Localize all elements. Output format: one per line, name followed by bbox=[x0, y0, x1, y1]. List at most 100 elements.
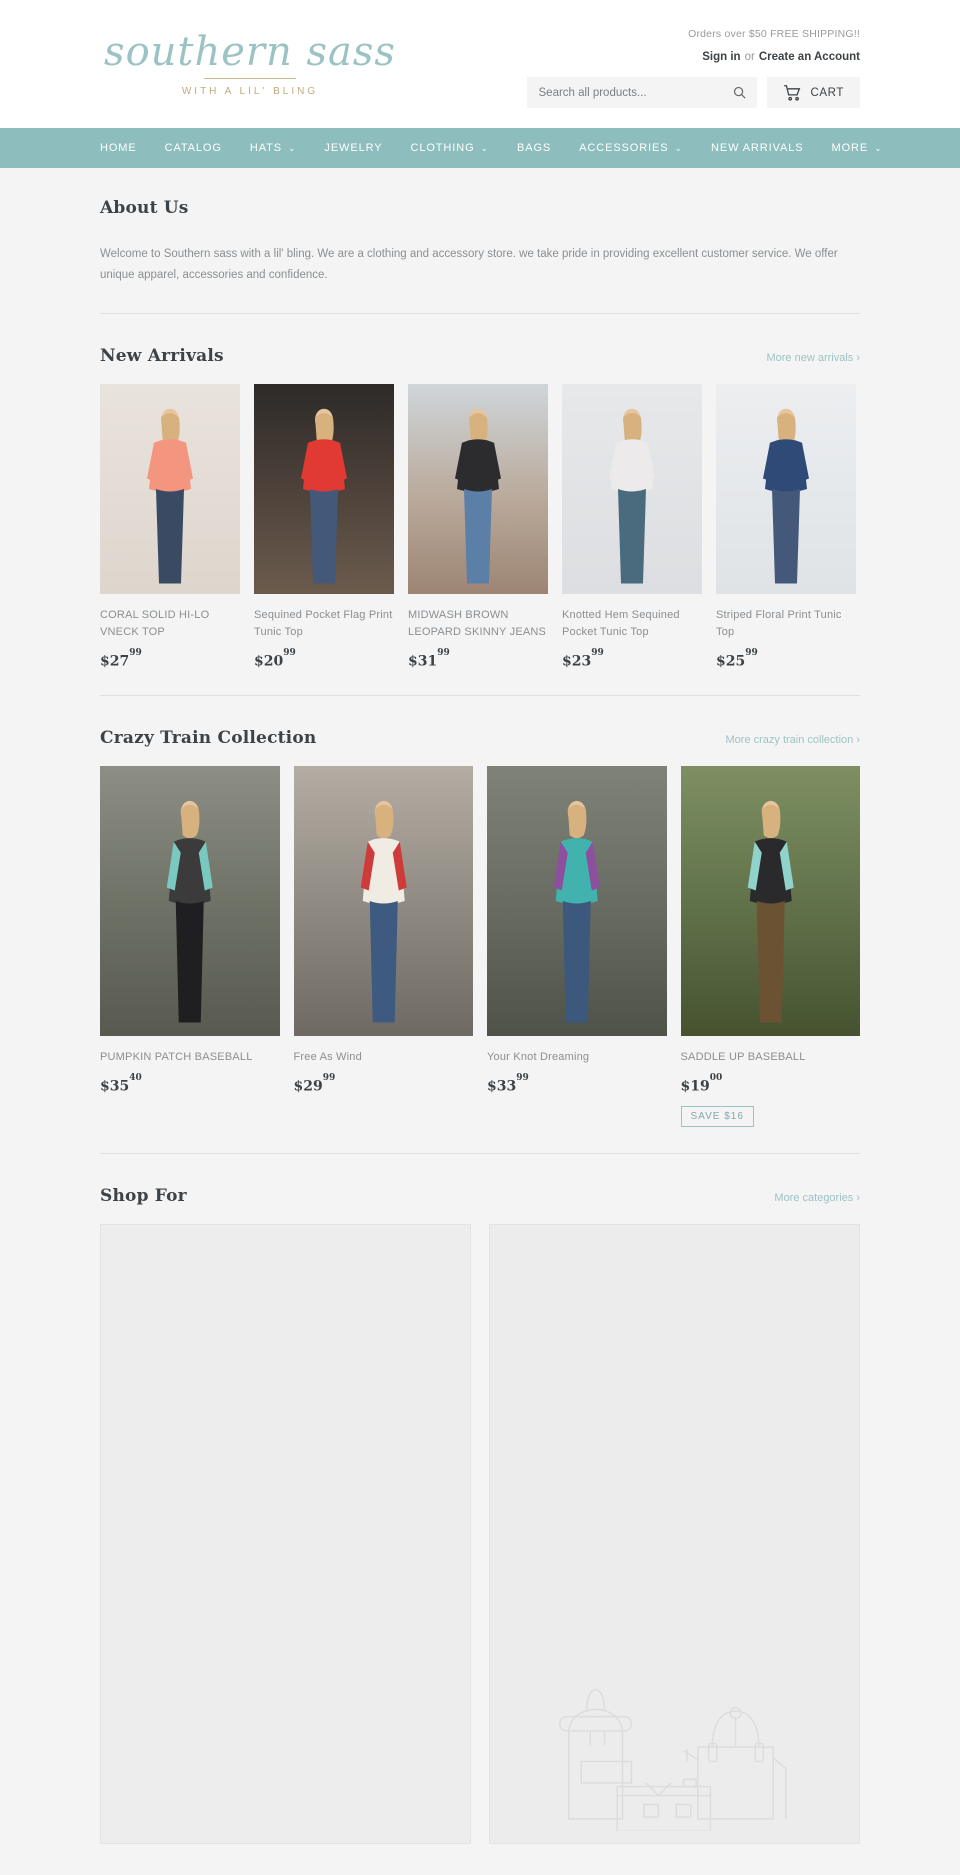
product-image[interactable] bbox=[487, 766, 667, 1037]
nav-item-label: JEWELRY bbox=[324, 142, 383, 154]
nav-item-label: MORE bbox=[831, 142, 869, 154]
header-tools: CART bbox=[520, 77, 860, 108]
more-new-arrivals-link[interactable]: More new arrivals › bbox=[766, 352, 860, 364]
price-cents: 99 bbox=[129, 647, 142, 658]
shipping-note: Orders over $50 FREE SHIPPING!! bbox=[688, 28, 860, 40]
shop-for-title: Shop For bbox=[100, 1185, 187, 1206]
save-badge: SAVE $16 bbox=[680, 1105, 754, 1127]
nav-item-catalog[interactable]: CATALOG bbox=[151, 128, 236, 168]
nav-item-more[interactable]: MORE ⌄ bbox=[818, 128, 897, 168]
nav-item-jewelry[interactable]: JEWELRY bbox=[310, 128, 396, 168]
new-arrivals-section: New Arrivals More new arrivals › CORAL S… bbox=[100, 320, 860, 703]
price-dollars: $23 bbox=[562, 653, 592, 670]
more-crazy-train-link[interactable]: More crazy train collection › bbox=[726, 734, 861, 746]
page-root: southern sass WITH A LIL' BLING Orders o… bbox=[0, 0, 960, 1850]
nav-item-label: ACCESSORIES bbox=[579, 142, 669, 154]
product-image[interactable] bbox=[254, 383, 394, 594]
category-card-empty[interactable] bbox=[100, 1223, 471, 1844]
product-title: Your Knot Dreaming bbox=[487, 1051, 590, 1064]
product-image[interactable] bbox=[100, 383, 240, 594]
product-image[interactable] bbox=[408, 383, 548, 594]
product-figure bbox=[301, 408, 347, 584]
product-card[interactable]: SADDLE UP BASEBALL $1900 SAVE $16 bbox=[680, 766, 860, 1127]
product-card[interactable]: Striped Floral Print Tunic Top $2599 bbox=[716, 383, 856, 670]
product-title: Sequined Pocket Flag Print Tunic Top bbox=[254, 608, 393, 638]
nav-item-label: HOME bbox=[100, 142, 137, 154]
product-figure bbox=[166, 801, 213, 1023]
price-dollars: $20 bbox=[254, 653, 284, 670]
product-price: $3540 bbox=[100, 1073, 280, 1095]
divider bbox=[100, 312, 860, 314]
price-cents: 99 bbox=[322, 1073, 336, 1084]
nav-item-new-arrivals[interactable]: NEW ARRIVALS bbox=[697, 128, 818, 168]
new-arrivals-title: New Arrivals bbox=[100, 345, 224, 366]
nav-item-accessories[interactable]: ACCESSORIES ⌄ bbox=[565, 128, 697, 168]
product-figure bbox=[455, 408, 501, 584]
product-card[interactable]: Free As Wind $2999 bbox=[293, 766, 473, 1127]
search-box[interactable] bbox=[526, 77, 757, 108]
more-categories-link[interactable]: More categories › bbox=[774, 1192, 860, 1204]
price-cents: 40 bbox=[129, 1073, 142, 1084]
product-title: CORAL SOLID HI-LO VNECK TOP bbox=[100, 608, 210, 638]
crazy-train-title: Crazy Train Collection bbox=[100, 728, 317, 749]
about-title: About Us bbox=[100, 198, 189, 218]
product-figure bbox=[609, 408, 655, 584]
sign-in-link[interactable]: Sign in bbox=[702, 51, 740, 63]
main-navigation: HOME CATALOG HATS ⌄ JEWELRY CLOTHING ⌄ BAGS ACCE… bbox=[0, 128, 960, 168]
nav-item-clothing[interactable]: CLOTHING ⌄ bbox=[396, 128, 503, 168]
search-input[interactable] bbox=[536, 85, 732, 100]
divider bbox=[100, 1152, 860, 1154]
product-figure bbox=[147, 408, 193, 584]
nav-item-label: CATALOG bbox=[164, 142, 222, 154]
bags-placeholder-icon bbox=[558, 1688, 787, 1831]
product-title: Striped Floral Print Tunic Top bbox=[716, 608, 842, 638]
product-card[interactable]: PUMPKIN PATCH BASEBALL $3540 bbox=[100, 766, 280, 1127]
cart-label: CART bbox=[810, 86, 844, 99]
product-card[interactable]: MIDWASH BROWN LEOPARD SKINNY JEANS $3199 bbox=[408, 383, 548, 670]
nav-item-bags[interactable]: BAGS bbox=[503, 128, 565, 168]
account-links: Sign in or Create an Account bbox=[520, 51, 860, 63]
about-section: About Us Welcome to Southern sass with a… bbox=[100, 198, 860, 320]
site-header: southern sass WITH A LIL' BLING Orders o… bbox=[0, 0, 960, 128]
category-grid bbox=[100, 1223, 860, 1844]
price-cents: 99 bbox=[516, 1073, 529, 1084]
account-separator: or bbox=[744, 51, 755, 63]
nav-item-hats[interactable]: HATS ⌄ bbox=[236, 128, 311, 168]
nav-item-home[interactable]: HOME bbox=[100, 128, 151, 168]
cart-button[interactable]: CART bbox=[766, 77, 860, 108]
chevron-down-icon: ⌄ bbox=[674, 142, 683, 153]
product-price: $2399 bbox=[562, 648, 702, 670]
price-dollars: $33 bbox=[487, 1078, 517, 1095]
product-figure bbox=[360, 801, 407, 1023]
create-account-link[interactable]: Create an Account bbox=[759, 51, 860, 63]
product-image[interactable] bbox=[716, 383, 856, 594]
product-image[interactable] bbox=[562, 383, 702, 594]
search-icon[interactable] bbox=[732, 85, 747, 100]
nav-item-label: CLOTHING bbox=[410, 142, 475, 154]
product-figure bbox=[763, 408, 809, 584]
product-title: Knotted Hem Sequined Pocket Tunic Top bbox=[562, 608, 680, 638]
product-card[interactable]: Your Knot Dreaming $3399 bbox=[487, 766, 667, 1127]
category-card-bags[interactable] bbox=[489, 1223, 860, 1844]
product-image[interactable] bbox=[293, 766, 473, 1037]
price-dollars: $25 bbox=[716, 653, 746, 670]
product-title: Free As Wind bbox=[293, 1051, 362, 1064]
price-cents: 99 bbox=[437, 647, 450, 658]
product-title: SADDLE UP BASEBALL bbox=[680, 1051, 806, 1064]
price-cents: 99 bbox=[591, 647, 604, 658]
shop-for-section: Shop For More categories › bbox=[100, 1160, 860, 1850]
product-price: $2799 bbox=[100, 648, 240, 670]
price-cents: 99 bbox=[283, 647, 296, 658]
logo-tagline: WITH A LIL' BLING bbox=[181, 86, 319, 97]
product-card[interactable]: Knotted Hem Sequined Pocket Tunic Top $23… bbox=[562, 383, 702, 670]
site-logo[interactable]: southern sass WITH A LIL' BLING bbox=[100, 26, 400, 97]
product-card[interactable]: CORAL SOLID HI-LO VNECK TOP $2799 bbox=[100, 383, 240, 670]
nav-item-label: HATS bbox=[249, 142, 282, 154]
product-image[interactable] bbox=[100, 766, 280, 1037]
chevron-down-icon: ⌄ bbox=[874, 142, 883, 153]
product-image[interactable] bbox=[680, 766, 860, 1037]
product-figure bbox=[553, 801, 600, 1023]
product-card[interactable]: Sequined Pocket Flag Print Tunic Top $209… bbox=[254, 383, 394, 670]
crazy-train-section: Crazy Train Collection More crazy train … bbox=[100, 702, 860, 1160]
product-price: $3199 bbox=[408, 648, 548, 670]
